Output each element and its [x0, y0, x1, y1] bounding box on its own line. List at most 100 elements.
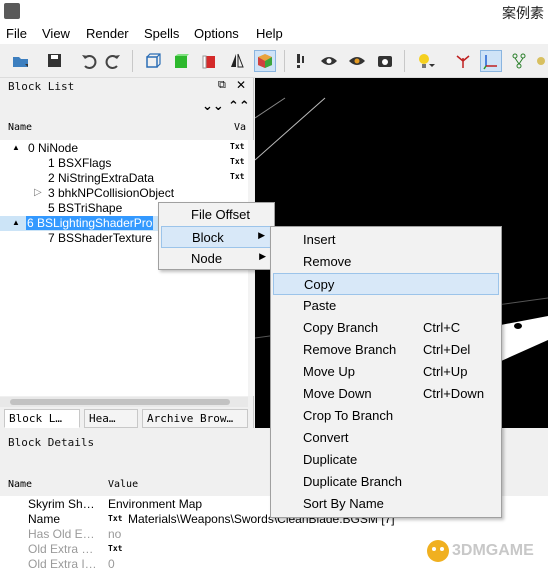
menu-item-insert[interactable]: Insert: [273, 229, 499, 251]
menu-item-label: Move Up: [303, 364, 356, 379]
menu-item-shortcut: Ctrl+Down: [423, 386, 485, 401]
menu-item-copy[interactable]: Copy: [273, 273, 499, 295]
mirror-icon[interactable]: [226, 50, 248, 72]
column-name[interactable]: Name: [8, 122, 32, 133]
more-icon[interactable]: [532, 50, 548, 72]
txt-badge: Txt: [108, 514, 123, 523]
undo-icon[interactable]: [78, 50, 100, 72]
toolbar-separator: [404, 50, 405, 72]
menu-options[interactable]: Options: [194, 26, 239, 41]
eye-hide-icon[interactable]: [346, 50, 368, 72]
menu-item-label: Duplicate Branch: [303, 474, 402, 489]
tab-header[interactable]: Hea…: [84, 409, 138, 428]
details-column-name[interactable]: Name: [8, 479, 32, 490]
menu-item-remove[interactable]: Remove: [273, 251, 499, 273]
block-list-header: Name Va: [0, 118, 248, 136]
menu-item-shortcut: Ctrl+C: [423, 320, 461, 335]
tab-block-list[interactable]: Block L…: [4, 409, 80, 428]
menu-render[interactable]: Render: [86, 26, 129, 41]
menu-file[interactable]: File: [6, 26, 27, 41]
menu-item-block[interactable]: Block ▶: [161, 226, 272, 248]
submenu-arrow-icon: ▶: [259, 251, 266, 261]
details-key: Old Extra …: [28, 542, 94, 556]
eye-icon[interactable]: [318, 50, 340, 72]
exclaim-icon[interactable]: [290, 50, 312, 72]
menu-help[interactable]: Help: [256, 26, 283, 41]
txt-badge: Txt: [230, 172, 245, 181]
box-wire-icon[interactable]: [142, 50, 164, 72]
box-red-icon[interactable]: [198, 50, 220, 72]
redo-icon[interactable]: [102, 50, 124, 72]
menu-item-node[interactable]: Node ▶: [161, 248, 272, 270]
expand-all-icon[interactable]: ⌃⌃: [228, 98, 250, 114]
details-value: Environment Map: [108, 497, 203, 511]
menu-item-duplicate[interactable]: Duplicate: [273, 449, 499, 471]
menu-item-label: Duplicate: [303, 452, 358, 467]
tab-archive-browser[interactable]: Archive Brow…: [142, 409, 248, 428]
menu-item-label: Copy Branch: [303, 320, 379, 335]
gizmo-icon[interactable]: [480, 50, 502, 72]
close-panel-icon[interactable]: ✕: [236, 78, 246, 92]
menu-item-move-down[interactable]: Move Down Ctrl+Down: [273, 383, 499, 405]
float-panel-icon[interactable]: ⧉: [218, 79, 226, 92]
tree-horizontal-scrollbar[interactable]: [0, 397, 248, 407]
details-key: Old Extra I…: [28, 557, 97, 568]
box-green-icon[interactable]: [170, 50, 192, 72]
block-details-title: Block Details: [8, 436, 95, 449]
tree-row[interactable]: ▷ 3 bhkNPCollisionObject: [0, 186, 248, 201]
txt-badge: Txt: [230, 157, 245, 166]
tree-row[interactable]: 2 NiStringExtraData Txt: [0, 171, 248, 186]
tree-row[interactable]: ▲ 0 NiNode Txt: [0, 141, 248, 156]
menu-item-duplicate-branch[interactable]: Duplicate Branch: [273, 471, 499, 493]
expander-icon[interactable]: ▲: [12, 218, 20, 227]
menu-item-crop-to-branch[interactable]: Crop To Branch: [273, 405, 499, 427]
menu-item-label: Copy: [304, 277, 335, 292]
window-title: 案例素: [502, 5, 544, 21]
menu-bar: File View Render Spells Options Help: [0, 24, 548, 44]
menu-item-label: Node: [191, 251, 223, 266]
txt-badge: Txt: [230, 142, 245, 151]
menu-view[interactable]: View: [42, 26, 70, 41]
axes-icon[interactable]: [452, 50, 474, 72]
tree-row[interactable]: 1 BSXFlags Txt: [0, 156, 248, 171]
save-icon[interactable]: [40, 50, 70, 72]
menu-item-paste[interactable]: Paste: [273, 295, 499, 317]
menu-item-remove-branch[interactable]: Remove Branch Ctrl+Del: [273, 339, 499, 361]
tree-row-label: 5 BSTriShape: [48, 201, 123, 215]
bulb-icon[interactable]: [410, 50, 442, 72]
txt-badge: Txt: [108, 544, 123, 553]
menu-item-shortcut: Ctrl+Up: [423, 364, 468, 379]
collapse-all-icon[interactable]: ⌄⌄: [202, 98, 224, 114]
title-bar: 案例素: [0, 0, 548, 24]
column-value[interactable]: Va: [234, 122, 246, 133]
screenshot-icon[interactable]: [374, 50, 396, 72]
menu-item-move-up[interactable]: Move Up Ctrl+Up: [273, 361, 499, 383]
tree-row-label: 1 BSXFlags: [48, 156, 112, 170]
menu-item-shortcut: Ctrl+Del: [423, 342, 471, 357]
context-menu: File Offset Block ▶ Node ▶: [158, 202, 275, 270]
details-key: Skyrim Sh…: [28, 497, 95, 511]
toolbar: [0, 44, 548, 78]
menu-item-copy-branch[interactable]: Copy Branch Ctrl+C: [273, 317, 499, 339]
menu-item-label: Block: [192, 230, 224, 245]
menu-item-label: Convert: [303, 430, 349, 445]
expander-icon[interactable]: ▷: [34, 187, 42, 198]
box-textured-icon[interactable]: [254, 50, 276, 72]
menu-item-label: Paste: [303, 298, 337, 313]
expander-icon[interactable]: ▲: [12, 143, 20, 152]
details-key: Name: [28, 512, 61, 526]
tree-row-label: 0 NiNode: [28, 141, 79, 155]
menu-item-label: Move Down: [303, 386, 372, 401]
open-icon[interactable]: [6, 50, 36, 72]
menu-spells[interactable]: Spells: [144, 26, 179, 41]
nodes-icon[interactable]: [508, 50, 530, 72]
app-icon: [4, 3, 20, 19]
submenu-arrow-icon: ▶: [258, 230, 265, 240]
menu-item-sort-by-name[interactable]: Sort By Name: [273, 493, 499, 515]
details-column-value[interactable]: Value: [108, 479, 138, 490]
toolbar-separator: [132, 50, 133, 72]
scrollbar-thumb[interactable]: [10, 399, 230, 405]
menu-item-label: File Offset: [191, 207, 251, 222]
menu-item-file-offset[interactable]: File Offset: [161, 204, 272, 226]
menu-item-convert[interactable]: Convert: [273, 427, 499, 449]
